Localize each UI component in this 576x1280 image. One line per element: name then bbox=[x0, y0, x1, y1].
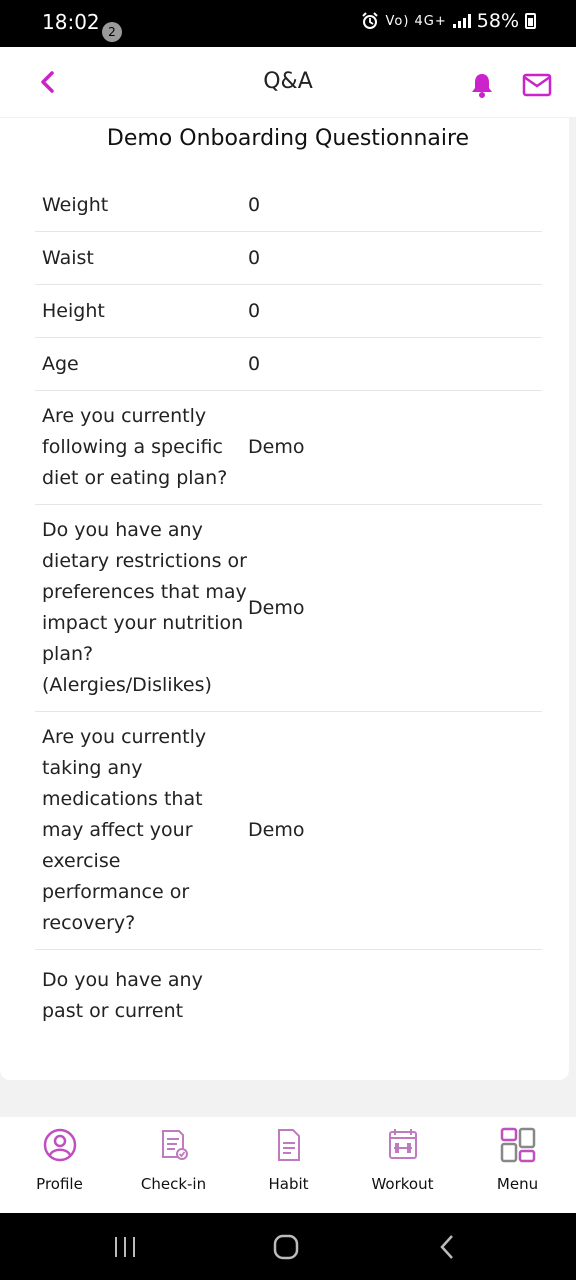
qa-row: Are you currently taking any medications… bbox=[35, 712, 542, 950]
dumbbell-calendar-icon bbox=[388, 1129, 417, 1159]
nav-label: Profile bbox=[36, 1175, 83, 1193]
profile-icon bbox=[43, 1128, 76, 1162]
question-text: Waist bbox=[42, 246, 94, 269]
battery-icon bbox=[525, 13, 536, 29]
question-text: Are you currently following a specific d… bbox=[42, 405, 228, 489]
nav-label: Menu bbox=[496, 1175, 539, 1193]
qa-row: Weight 0 bbox=[35, 180, 542, 232]
notification-count-badge: 2 bbox=[102, 22, 122, 42]
nav-item-menu[interactable]: Menu bbox=[460, 1117, 575, 1213]
question-text: Do you have any past or current bbox=[42, 969, 203, 1022]
home-icon[interactable] bbox=[271, 1233, 301, 1261]
qa-row: Do you have any dietary restrictions or … bbox=[35, 505, 542, 712]
mail-icon[interactable] bbox=[522, 73, 552, 97]
questionnaire-card: Demo Onboarding Questionnaire Weight 0 W… bbox=[0, 118, 569, 1080]
notification-bell-icon[interactable] bbox=[468, 71, 496, 99]
qa-row: Are you currently following a specific d… bbox=[35, 391, 542, 505]
recent-apps-icon[interactable] bbox=[110, 1233, 140, 1261]
qa-row: Waist 0 bbox=[35, 232, 542, 285]
nav-label: Workout bbox=[371, 1175, 434, 1193]
qa-row: Do you have any past or current bbox=[35, 950, 542, 1042]
nav-item-profile[interactable]: Profile bbox=[2, 1117, 117, 1213]
status-time: 18:02 bbox=[42, 10, 100, 34]
answer-text: 0 bbox=[248, 352, 261, 375]
question-text: Age bbox=[42, 352, 79, 375]
answer-text: 0 bbox=[248, 246, 261, 269]
checklist-icon bbox=[161, 1130, 188, 1160]
grid-menu-icon bbox=[500, 1127, 535, 1163]
qa-table: Weight 0 Waist 0 Height 0 Age 0 Are you … bbox=[35, 180, 542, 1042]
answer-text: Demo bbox=[248, 596, 305, 619]
system-navigation-bar bbox=[0, 1213, 576, 1280]
nav-item-habit[interactable]: Habit bbox=[231, 1117, 346, 1213]
battery-percentage: 58% bbox=[476, 10, 519, 32]
alarm-icon bbox=[362, 12, 379, 29]
question-text: Are you currently taking any medications… bbox=[42, 726, 207, 934]
system-back-icon[interactable] bbox=[433, 1233, 463, 1261]
status-bar: 18:02 2 Vo) 4G+ 58% bbox=[0, 0, 576, 47]
question-text: Weight bbox=[42, 194, 109, 216]
network-type: Vo) 4G+ bbox=[385, 13, 447, 29]
qa-row: Age 0 bbox=[35, 338, 542, 391]
document-icon bbox=[277, 1129, 300, 1161]
answer-text: Demo bbox=[248, 436, 305, 458]
answer-text: 0 bbox=[248, 194, 261, 216]
nav-item-workout[interactable]: Workout bbox=[345, 1117, 460, 1213]
signal-icon bbox=[452, 14, 471, 28]
nav-label: Check-in bbox=[140, 1175, 207, 1193]
status-indicators: Vo) 4G+ 58% bbox=[361, 10, 536, 32]
answer-text: 0 bbox=[248, 299, 261, 322]
questionnaire-title: Demo Onboarding Questionnaire bbox=[106, 126, 470, 151]
app-header: Q&A bbox=[0, 47, 576, 117]
question-text: Do you have any dietary restrictions or … bbox=[42, 519, 247, 696]
qa-row: Height 0 bbox=[35, 285, 542, 338]
question-text: Height bbox=[42, 299, 105, 322]
answer-text: Demo bbox=[248, 819, 305, 841]
bottom-navigation: Profile Check-in Habit Workout Menu bbox=[0, 1117, 576, 1213]
nav-item-check-in[interactable]: Check-in bbox=[116, 1117, 231, 1213]
nav-label: Habit bbox=[268, 1175, 309, 1193]
